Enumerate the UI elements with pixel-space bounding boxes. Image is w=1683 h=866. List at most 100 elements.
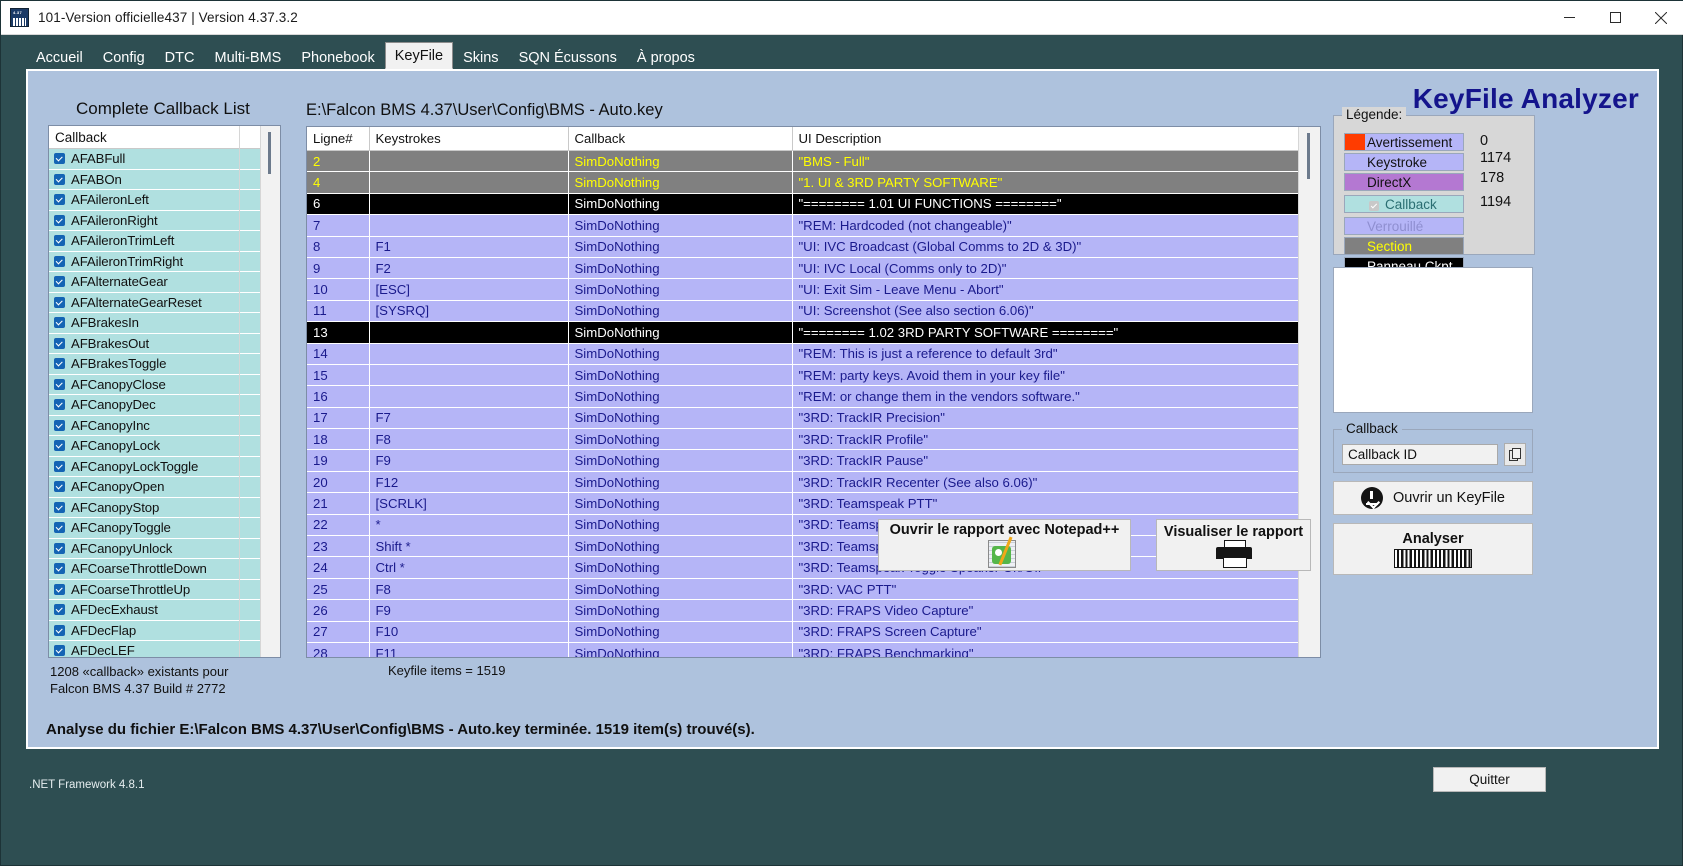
table-row[interactable]: 15 SimDoNothing "REM: party keys. Avoid th…	[307, 364, 1300, 387]
checkbox-icon[interactable]	[54, 645, 65, 657]
cell-line: 15	[307, 364, 370, 387]
cell-line: 17	[307, 407, 370, 430]
checkbox-icon[interactable]	[54, 317, 65, 329]
table-row[interactable]: 6 SimDoNothing "======== 1.01 UI FUNCTIONS…	[307, 193, 1300, 216]
tab-accueil[interactable]: Accueil	[26, 45, 93, 69]
close-icon[interactable]	[1638, 1, 1683, 34]
table-row[interactable]: 23Shift *SimDoNothing"3RD: Teamspeak Tog…	[307, 535, 1300, 558]
checkbox-icon[interactable]	[54, 563, 65, 575]
checkbox-icon[interactable]	[54, 522, 65, 534]
table-row[interactable]: 21 [SCRLK] SimDoNothing "3RD: Teamspeak PTT…	[307, 492, 1300, 515]
tab-config[interactable]: Config	[92, 45, 155, 69]
checkbox-icon[interactable]	[54, 419, 65, 431]
tab-sqn-ecussons[interactable]: SQN Écussons	[508, 45, 627, 69]
table-row[interactable]: 9 F2 SimDoNothing "UI: IVC Local (Comms onl…	[307, 257, 1300, 280]
tab-a-propos[interactable]: À propos	[626, 45, 705, 69]
col-callback[interactable]: Callback	[568, 127, 793, 151]
table-row[interactable]: 7 SimDoNothing "REM: Hardcoded (not change…	[307, 214, 1300, 237]
cell-callback: SimDoNothing	[568, 471, 793, 494]
checkbox-icon[interactable]	[54, 460, 65, 472]
tab-multi-bms[interactable]: Multi-BMS	[204, 45, 292, 69]
checkbox-icon[interactable]	[54, 194, 65, 206]
minimize-icon[interactable]	[1546, 1, 1592, 34]
checkbox-icon[interactable]	[54, 358, 65, 370]
checkbox-icon[interactable]	[54, 337, 65, 349]
keyboard-icon	[1394, 548, 1472, 568]
cell-line: 22	[307, 514, 370, 537]
legend-count-avertissement: 0	[1480, 133, 1489, 149]
open-report-notepad-button[interactable]: Ouvrir le rapport avec Notepad++	[878, 519, 1131, 571]
table-row[interactable]: 28 F11 SimDoNothing "3RD: FRAPS Benchmarkin…	[307, 642, 1300, 657]
checkbox-icon[interactable]	[54, 501, 65, 513]
table-row[interactable]: 4 SimDoNothing "1. UI & 3RD PARTY SOFTWARE…	[307, 171, 1300, 194]
table-row[interactable]: 17 F7 SimDoNothing "3RD: TrackIR Precision"	[307, 407, 1300, 430]
checkbox-icon[interactable]	[54, 235, 65, 247]
checkbox-icon[interactable]	[54, 604, 65, 616]
checkbox-icon[interactable]	[54, 296, 65, 308]
cell-line: 25	[307, 578, 370, 601]
table-row[interactable]: 19 F9 SimDoNothing "3RD: TrackIR Pause"	[307, 449, 1300, 472]
table-row[interactable]: 27 F10 SimDoNothing "3RD: FRAPS Screen Capt…	[307, 621, 1300, 643]
legend-item-verrouille: Verrouillé	[1344, 217, 1464, 235]
checkbox-icon[interactable]	[54, 399, 65, 411]
table-row[interactable]: 8 F1 SimDoNothing "UI: IVC Broadcast (Globa…	[307, 236, 1300, 258]
callback-list[interactable]: Callback AFABFull AFABOn AFAileronLeft AFAi…	[48, 125, 281, 658]
table-row[interactable]: 13 SimDoNothing "======== 1.02 3RD PARTY S…	[307, 321, 1300, 344]
tab-phonebook[interactable]: Phonebook	[291, 45, 385, 69]
callback-id-input[interactable]: Callback ID	[1342, 444, 1498, 465]
checkbox-icon[interactable]	[54, 624, 65, 636]
cell-keys: F1	[369, 236, 569, 258]
callback-id-group: Callback Callback ID	[1333, 421, 1533, 473]
copy-icon[interactable]	[1504, 443, 1526, 466]
checkbox-icon[interactable]	[54, 481, 65, 493]
table-row[interactable]: 10 [ESC] SimDoNothing "UI: Exit Sim - Leave…	[307, 278, 1300, 301]
quit-button[interactable]: Quitter	[1433, 767, 1546, 792]
checkbox-icon[interactable]	[54, 153, 65, 165]
table-row[interactable]: 22*SimDoNothing"3RD: Teamspeak Broadcast…	[307, 514, 1300, 537]
maximize-icon[interactable]	[1592, 1, 1638, 34]
table-row[interactable]: 2 SimDoNothing "BMS - Full"	[307, 150, 1300, 173]
checkbox-icon[interactable]	[54, 583, 65, 595]
callback-list-scrollbar[interactable]	[260, 126, 280, 657]
cell-keys: F7	[369, 407, 569, 430]
col-keystrokes[interactable]: Keystrokes	[369, 127, 569, 151]
tab-dtc[interactable]: DTC	[154, 45, 205, 69]
checkbox-icon[interactable]	[54, 276, 65, 288]
analyse-button[interactable]: Analyser	[1333, 523, 1533, 575]
table-row[interactable]: 14 SimDoNothing "REM: This is just a refer…	[307, 343, 1300, 365]
open-keyfile-button[interactable]: Ouvrir un KeyFile	[1333, 481, 1533, 515]
col-description[interactable]: UI Description	[792, 127, 1300, 151]
keyfile-scroll-thumb[interactable]	[1307, 133, 1310, 179]
cell-keys: Shift *	[369, 535, 569, 558]
callback-list-item-label: AFAileronLeft	[71, 192, 149, 208]
keyfile-table[interactable]: Ligne# Keystrokes Callback UI Descriptio…	[306, 126, 1321, 658]
table-row[interactable]: 26 F9 SimDoNothing "3RD: FRAPS Video Captur…	[307, 599, 1300, 622]
checkbox-icon[interactable]	[54, 214, 65, 226]
legend-label-verrouille: Verrouillé	[1367, 219, 1424, 234]
table-row[interactable]: 20 F12 SimDoNothing "3RD: TrackIR Recenter …	[307, 471, 1300, 494]
printer-icon	[1215, 540, 1252, 568]
checkbox-icon[interactable]	[54, 255, 65, 267]
keyfile-header-row: Ligne# Keystrokes Callback UI Descriptio…	[307, 127, 1300, 151]
table-row[interactable]: 16 SimDoNothing "REM: or change them in th…	[307, 385, 1300, 408]
status-message: Analyse du fichier E:\Falcon BMS 4.37\Us…	[46, 721, 755, 738]
checkbox-icon[interactable]	[54, 173, 65, 185]
tab-keyfile[interactable]: KeyFile	[384, 42, 454, 69]
cell-line: 28	[307, 642, 370, 657]
cell-callback: SimDoNothing	[568, 642, 793, 657]
tab-skins[interactable]: Skins	[453, 45, 509, 69]
table-row[interactable]: 25 F8 SimDoNothing "3RD: VAC PTT"	[307, 578, 1300, 601]
table-row[interactable]: 11 [SYSRQ] SimDoNothing "UI: Screenshot (Se…	[307, 300, 1300, 323]
legend-item-callback: Callback	[1344, 195, 1464, 213]
visualize-report-button[interactable]: Visualiser le rapport	[1156, 519, 1311, 571]
keyfile-scrollbar[interactable]	[1298, 127, 1320, 657]
checkbox-icon[interactable]	[54, 542, 65, 554]
table-row[interactable]: 24Ctrl *SimDoNothing"3RD: Teamspeak Togg…	[307, 556, 1300, 579]
cell-keys: [ESC]	[369, 278, 569, 301]
callback-count-note: 1208 «callback» existants pour Falcon BM…	[50, 663, 229, 697]
table-row[interactable]: 18 F8 SimDoNothing "3RD: TrackIR Profile"	[307, 428, 1300, 451]
col-ligne[interactable]: Ligne#	[307, 127, 370, 151]
checkbox-icon[interactable]	[54, 378, 65, 390]
callback-list-scroll-thumb[interactable]	[268, 132, 271, 174]
checkbox-icon[interactable]	[54, 440, 65, 452]
